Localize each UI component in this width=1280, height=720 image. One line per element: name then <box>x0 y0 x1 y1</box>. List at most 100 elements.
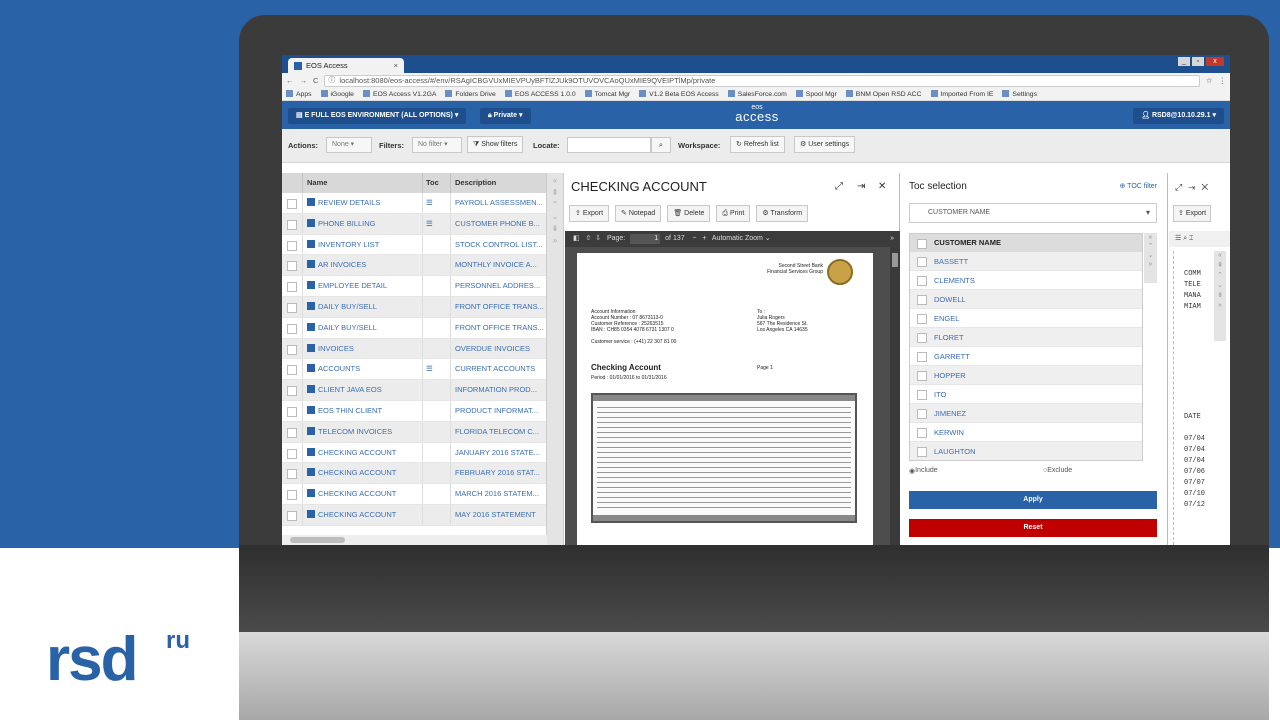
row-toc-icon[interactable] <box>422 276 450 296</box>
bookmark-item[interactable]: Settings <box>1002 90 1037 98</box>
toc-list-header[interactable]: CUSTOMER NAME <box>910 234 1142 252</box>
table-row[interactable]: INVENTORY LIST STOCK CONTROL LIST... <box>282 234 546 256</box>
row-checkbox[interactable] <box>282 422 302 442</box>
toc-list-item[interactable]: BASSETT <box>910 252 1142 271</box>
export-button[interactable]: ⇪ Export <box>569 205 610 222</box>
back-icon[interactable]: ← <box>286 76 294 85</box>
pdf-scroll-thumb[interactable] <box>892 253 898 267</box>
table-row[interactable]: DAILY BUY/SELL FRONT OFFICE TRANS... <box>282 296 546 318</box>
privacy-dropdown[interactable]: 🔒︎ Private ▾ <box>480 108 531 124</box>
toc-list-item[interactable]: ENGEL <box>910 309 1142 328</box>
print-button[interactable]: ⎙ Print <box>716 205 751 222</box>
table-row[interactable]: PHONE BILLING ☰ CUSTOMER PHONE B... <box>282 213 546 235</box>
zoom-in-icon[interactable]: + <box>702 235 706 242</box>
row-toc-icon[interactable] <box>422 400 450 421</box>
row-name[interactable]: EMPLOYEE DETAIL <box>302 276 422 296</box>
name-column-header[interactable]: Name <box>302 173 422 193</box>
row-toc-icon[interactable]: ☰ <box>422 359 450 380</box>
delete-button[interactable]: 🗑︎ Delete <box>667 205 711 222</box>
list-scroll-controls[interactable]: «⇞ ⌃ ⌄ ⇟» <box>547 173 564 545</box>
toc-field-select[interactable]: CUSTOMER NAME <box>909 203 1157 223</box>
row-checkbox[interactable] <box>282 193 302 213</box>
notepad-button[interactable]: ✎ Notepad <box>615 205 662 222</box>
toc-list-item[interactable]: JIMENEZ <box>910 404 1142 423</box>
bookmark-item[interactable]: Imported From IE <box>931 90 994 98</box>
prev-page-icon[interactable]: ⇧ <box>585 235 591 242</box>
scroll-thumb[interactable] <box>290 537 345 543</box>
url-field[interactable]: localhost:8080/eos-access/#/env/RSAgICBG… <box>324 74 1200 87</box>
row-name[interactable]: DAILY BUY/SELL <box>302 296 422 317</box>
row-checkbox[interactable] <box>282 339 302 359</box>
expand-icon[interactable]: ⤢ <box>835 173 843 201</box>
close-window-button[interactable]: x <box>1206 57 1224 66</box>
table-row[interactable]: CHECKING ACCOUNT MARCH 2016 STATEM... <box>282 484 546 505</box>
collapse-right-icon[interactable]: ⇥ <box>857 173 865 201</box>
row-toc-icon[interactable] <box>422 504 450 525</box>
maximize-button[interactable]: ▫ <box>1192 57 1204 66</box>
spool-scroll-controls[interactable]: «⇞ ⌃ ⌄ ⇟» <box>1214 251 1226 341</box>
row-toc-icon[interactable] <box>422 380 450 400</box>
close-icon[interactable]: ✕ <box>878 173 886 201</box>
row-checkbox[interactable] <box>282 276 302 296</box>
select-all-column[interactable] <box>282 173 302 193</box>
row-name[interactable]: CHECKING ACCOUNT <box>302 442 422 463</box>
apply-button[interactable]: Apply <box>909 491 1157 509</box>
toc-list-item[interactable]: FLORET <box>910 328 1142 347</box>
row-toc-icon[interactable]: ☰ <box>422 193 450 213</box>
row-checkbox[interactable] <box>282 359 302 379</box>
row-toc-icon[interactable] <box>422 255 450 276</box>
table-row[interactable]: ACCOUNTS ☰ CURRENT ACCOUNTS <box>282 359 546 381</box>
row-name[interactable]: PHONE BILLING <box>302 213 422 234</box>
user-dropdown[interactable]: 👤︎ RSD8@10.10.29.1 ▾ <box>1133 108 1224 124</box>
pdf-scrollbar[interactable] <box>890 247 900 545</box>
toc-column-header[interactable]: Toc <box>422 173 450 193</box>
bookmark-item[interactable]: Folders Drive <box>445 90 495 98</box>
toc-list-item[interactable]: LAUGHTON <box>910 442 1142 460</box>
refresh-list-button[interactable]: ↻ Refresh list <box>730 136 785 153</box>
table-row[interactable]: EOS THIN CLIENT PRODUCT INFORMAT... <box>282 400 546 422</box>
toc-filter-button[interactable]: ⊕ TOC filter <box>1119 173 1157 201</box>
row-name[interactable]: CHECKING ACCOUNT <box>302 504 422 525</box>
table-row[interactable]: EMPLOYEE DETAIL PERSONNEL ADDRES... <box>282 276 546 297</box>
bookmark-item[interactable]: Spool Mgr <box>796 90 837 98</box>
reload-icon[interactable]: C <box>313 76 318 85</box>
row-toc-icon[interactable] <box>422 338 450 359</box>
description-column-header[interactable]: Description <box>450 173 546 193</box>
row-toc-icon[interactable] <box>422 234 450 255</box>
actions-dropdown[interactable]: None ▾ <box>326 137 372 153</box>
row-name[interactable]: CLIENT JAVA EOS <box>302 380 422 400</box>
reset-button[interactable]: Reset <box>909 519 1157 537</box>
more-tools-icon[interactable]: » <box>890 231 894 247</box>
toc-list-item[interactable]: HOPPER <box>910 366 1142 385</box>
table-row[interactable]: INVOICES OVERDUE INVOICES <box>282 338 546 360</box>
user-settings-button[interactable]: ⚙ User settings <box>794 136 856 153</box>
table-row[interactable]: CLIENT JAVA EOS INFORMATION PROD... <box>282 380 546 401</box>
transform-button[interactable]: ⚙ Transform <box>756 205 809 222</box>
row-name[interactable]: INVENTORY LIST <box>302 234 422 255</box>
bookmark-star-icon[interactable]: ☆ <box>1206 76 1213 85</box>
next-page-icon[interactable]: ⇩ <box>595 235 601 242</box>
row-toc-icon[interactable] <box>422 296 450 317</box>
environment-dropdown[interactable]: ▤ E FULL EOS ENVIRONMENT (ALL OPTIONS) ▾ <box>288 108 467 124</box>
browser-tab[interactable]: EOS Access × <box>288 58 404 73</box>
row-name[interactable]: EOS THIN CLIENT <box>302 400 422 421</box>
bookmark-item[interactable]: Tomcat Mgr <box>585 90 631 98</box>
row-checkbox[interactable] <box>282 401 302 421</box>
zoom-out-icon[interactable]: − <box>692 235 696 242</box>
sidebar-toggle-icon[interactable]: ◧ <box>573 235 580 242</box>
table-row[interactable]: DAILY BUY/SELL FRONT OFFICE TRANS... <box>282 317 546 339</box>
show-filters-button[interactable]: ⧩ Show filters <box>467 136 524 153</box>
row-checkbox[interactable] <box>282 443 302 463</box>
toc-list-item[interactable]: GARRETT <box>910 347 1142 366</box>
row-name[interactable]: CHECKING ACCOUNT <box>302 484 422 504</box>
forward-icon[interactable]: → <box>300 76 308 85</box>
table-row[interactable]: REVIEW DETAILS ☰ PAYROLL ASSESSMEN... <box>282 193 546 214</box>
row-checkbox[interactable] <box>282 255 302 275</box>
row-name[interactable]: DAILY BUY/SELL <box>302 317 422 338</box>
toc-list-item[interactable]: DOWELL <box>910 290 1142 309</box>
row-name[interactable]: AR INVOICES <box>302 255 422 276</box>
filters-dropdown[interactable]: No filter ▾ <box>412 137 462 153</box>
table-row[interactable]: CHECKING ACCOUNT JANUARY 2016 STATE... <box>282 442 546 464</box>
toc-list-item[interactable]: ITO <box>910 385 1142 404</box>
row-checkbox[interactable] <box>282 235 302 255</box>
